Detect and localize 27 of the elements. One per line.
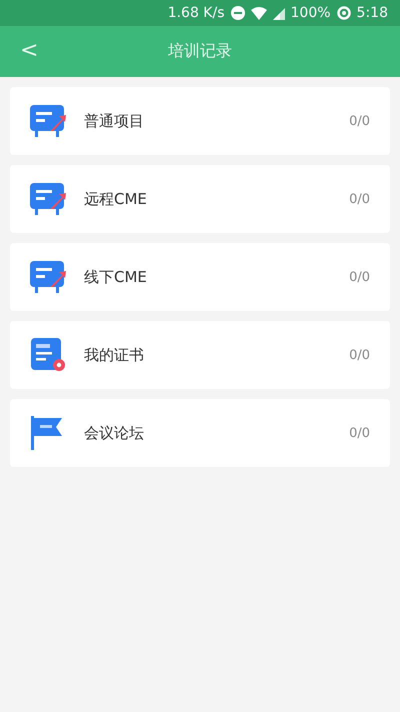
- board-icon: [28, 181, 66, 217]
- battery-level: 100%: [290, 5, 331, 21]
- network-speed: 1.68 K/s: [168, 5, 225, 21]
- list-item[interactable]: 我的证书 0/0: [10, 321, 390, 389]
- list-item[interactable]: 普通项目 0/0: [10, 87, 390, 155]
- list-item[interactable]: 远程CME 0/0: [10, 165, 390, 233]
- certificate-icon: [28, 337, 66, 373]
- item-count: 0/0: [349, 426, 370, 440]
- wifi-icon: [250, 6, 267, 20]
- item-count: 0/0: [349, 270, 370, 284]
- do-not-disturb-icon: [230, 6, 245, 20]
- item-count: 0/0: [349, 114, 370, 128]
- item-count: 0/0: [349, 192, 370, 206]
- item-label: 线下CME: [84, 268, 148, 286]
- item-label: 我的证书: [84, 346, 145, 364]
- list-item[interactable]: 会议论坛 0/0: [10, 399, 390, 467]
- page-title: 培训记录: [168, 41, 232, 62]
- clock: 5:18: [356, 5, 388, 21]
- board-icon: [28, 259, 66, 295]
- sync-icon: [336, 6, 351, 20]
- list-item[interactable]: 线下CME 0/0: [10, 243, 390, 311]
- item-label: 会议论坛: [84, 424, 145, 442]
- item-label: 远程CME: [84, 190, 148, 208]
- item-count: 0/0: [349, 348, 370, 362]
- board-icon: [28, 103, 66, 139]
- signal-icon: [272, 6, 285, 20]
- item-label: 普通项目: [84, 112, 145, 130]
